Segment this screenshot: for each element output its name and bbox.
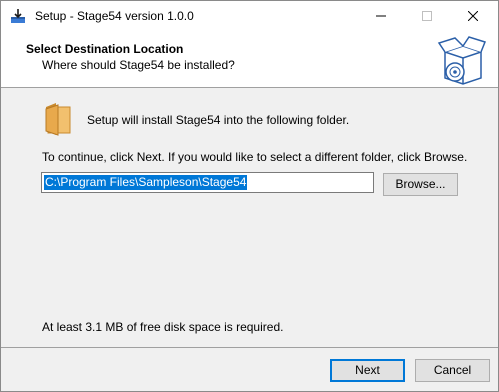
destination-path-input[interactable]: C:\Program Files\Sampleson\Stage54 bbox=[41, 172, 374, 193]
folder-icon bbox=[44, 101, 74, 137]
disk-space-text: At least 3.1 MB of free disk space is re… bbox=[42, 320, 284, 334]
path-selected-text: C:\Program Files\Sampleson\Stage54 bbox=[44, 175, 248, 190]
cancel-button[interactable]: Cancel bbox=[415, 359, 490, 382]
close-button[interactable] bbox=[450, 1, 496, 31]
page-title: Select Destination Location bbox=[26, 42, 184, 56]
maximize-button[interactable] bbox=[404, 1, 450, 31]
wizard-header: Select Destination Location Where should… bbox=[1, 31, 498, 88]
window-title: Setup - Stage54 version 1.0.0 bbox=[35, 9, 194, 23]
install-box-icon bbox=[433, 34, 491, 86]
footer-separator bbox=[1, 347, 498, 348]
title-bar[interactable]: Setup - Stage54 version 1.0.0 bbox=[1, 1, 498, 31]
install-intro-text: Setup will install Stage54 into the foll… bbox=[87, 113, 350, 127]
next-button[interactable]: Next bbox=[330, 359, 405, 382]
setup-app-icon bbox=[9, 7, 27, 25]
setup-window: Setup - Stage54 version 1.0.0 Select Des… bbox=[0, 0, 499, 392]
browse-button[interactable]: Browse... bbox=[383, 173, 458, 196]
minimize-button[interactable] bbox=[358, 1, 404, 31]
instruction-text: To continue, click Next. If you would li… bbox=[42, 150, 468, 164]
page-subtitle: Where should Stage54 be installed? bbox=[42, 58, 235, 72]
